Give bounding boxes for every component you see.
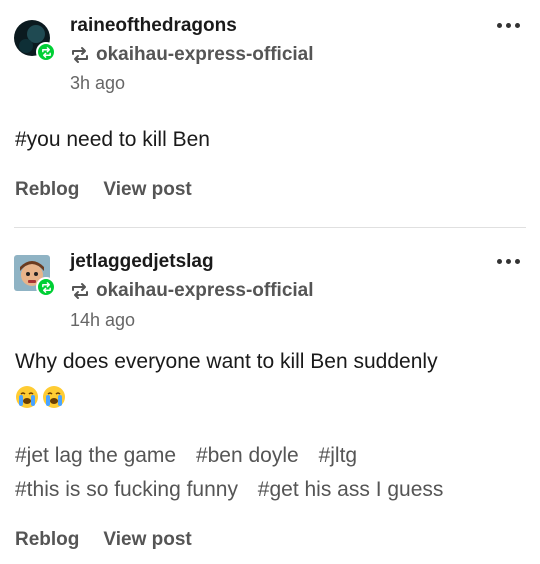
tag-list: #jet lag the game #ben doyle #jltg #this…: [15, 439, 525, 507]
reblog-badge-icon: [36, 42, 56, 62]
avatar[interactable]: [14, 20, 56, 62]
username[interactable]: raineofthedragons: [70, 15, 237, 37]
timestamp[interactable]: 14h ago: [70, 310, 135, 331]
emoji-row: [15, 385, 69, 409]
post-body: Why does everyone want to kill Ben sudde…: [15, 350, 438, 373]
username[interactable]: jetlaggedjetslag: [70, 251, 214, 273]
reblog-source[interactable]: okaihau-express-official: [70, 44, 314, 66]
reblog-source-name: okaihau-express-official: [96, 280, 314, 301]
reblog-button[interactable]: Reblog: [15, 179, 79, 201]
reblog-icon: [72, 283, 88, 299]
timestamp[interactable]: 3h ago: [70, 73, 125, 94]
tag-link[interactable]: #jltg: [319, 444, 358, 467]
tag-link[interactable]: #this is so fucking funny: [15, 478, 238, 501]
reblog-source[interactable]: okaihau-express-official: [70, 280, 314, 302]
post-body: #you need to kill Ben: [15, 128, 210, 151]
view-post-button[interactable]: View post: [103, 179, 191, 201]
reblog-badge-icon: [36, 277, 56, 297]
post-actions: Reblog View post: [15, 529, 192, 551]
more-options-icon[interactable]: [497, 259, 520, 264]
post-actions: Reblog View post: [15, 179, 192, 201]
loudly-crying-face-icon: [16, 386, 38, 408]
reblog-button[interactable]: Reblog: [15, 529, 79, 551]
more-options-icon[interactable]: [497, 23, 520, 28]
view-post-button[interactable]: View post: [103, 529, 191, 551]
tag-link[interactable]: #ben doyle: [196, 444, 299, 467]
avatar[interactable]: [14, 255, 56, 297]
reblog-icon: [72, 47, 88, 63]
post-card: raineofthedragons okaihau-express-offici…: [0, 0, 540, 228]
tag-link[interactable]: #get his ass I guess: [258, 478, 444, 501]
post-card: jetlaggedjetslag okaihau-express-officia…: [0, 229, 540, 564]
reblog-source-name: okaihau-express-official: [96, 44, 314, 65]
post-divider: [14, 227, 526, 228]
tag-link[interactable]: #jet lag the game: [15, 444, 176, 467]
loudly-crying-face-icon: [43, 386, 65, 408]
